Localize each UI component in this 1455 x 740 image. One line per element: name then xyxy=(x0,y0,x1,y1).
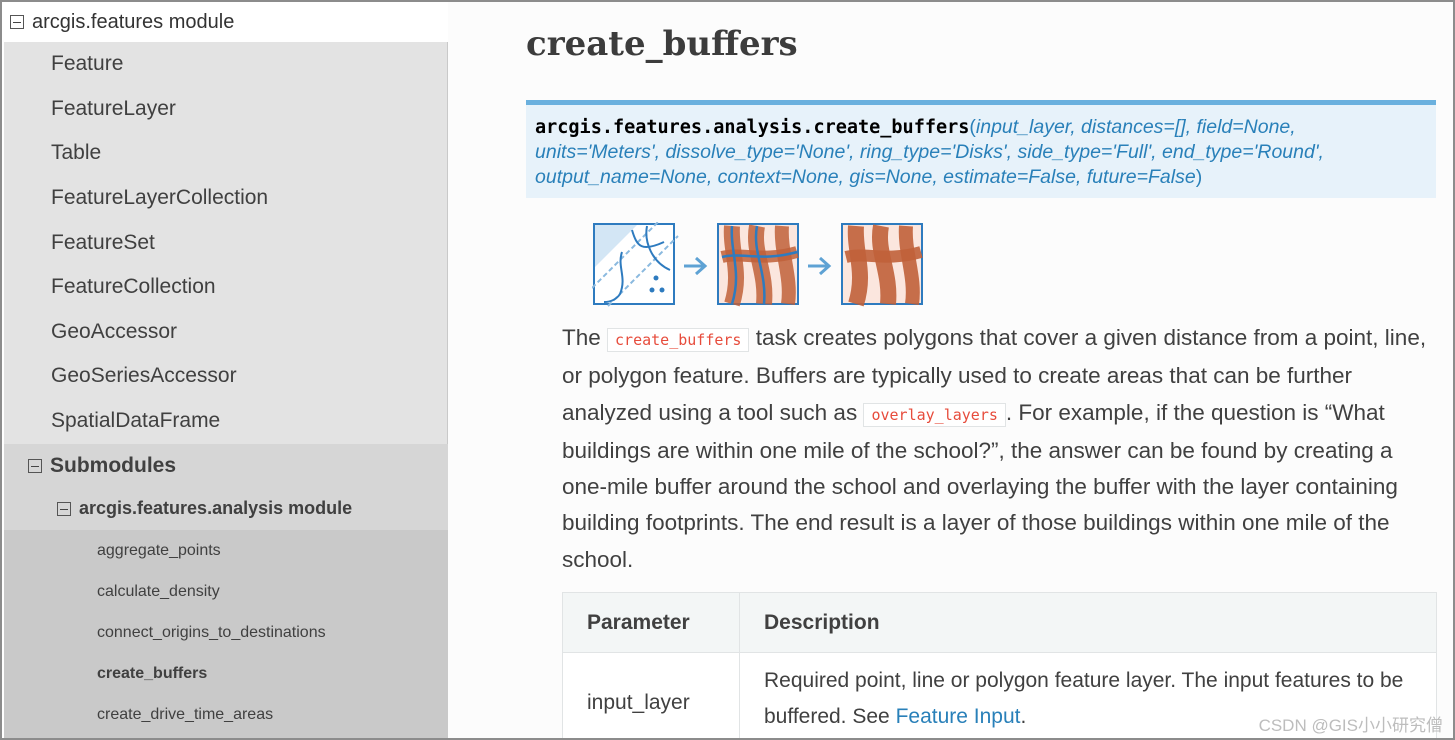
sidebar-item-featurelayercollection[interactable]: FeatureLayerCollection xyxy=(4,176,447,221)
signature-name: arcgis.features.analysis.create_buffers xyxy=(535,117,970,138)
submodules-toggle[interactable]: Submodules xyxy=(4,444,448,487)
input-features-icon xyxy=(592,222,679,307)
analysis-module-toggle[interactable]: arcgis.features.analysis module xyxy=(4,487,448,530)
collapse-toggle-icon[interactable] xyxy=(28,458,42,473)
sidebar-item-connect-origins[interactable]: connect_origins_to_destinations xyxy=(4,612,448,653)
arrow-right-icon xyxy=(808,256,832,276)
signature-args-line3: output_name=None, context=None, gis=None… xyxy=(535,166,1196,188)
sidebar-item-featureset[interactable]: FeatureSet xyxy=(4,220,447,265)
param-description-end: . xyxy=(1020,705,1027,728)
description-text: The xyxy=(562,325,608,350)
class-list: Feature FeatureLayer Table FeatureLayerC… xyxy=(4,42,448,444)
submodules-label: Submodules xyxy=(50,453,177,477)
function-list: aggregate_points calculate_density conne… xyxy=(4,530,448,738)
sidebar-item-calculate-density[interactable]: calculate_density xyxy=(4,571,448,612)
inline-code-overlay-layers: overlay_layers xyxy=(863,402,1006,427)
column-header-parameter: Parameter xyxy=(563,593,740,652)
analysis-module-label: arcgis.features.analysis module xyxy=(79,498,353,518)
signature-close-paren: ) xyxy=(1195,166,1203,188)
main-content: create_buffers arcgis.features.analysis.… xyxy=(448,2,1453,738)
sidebar-item-table[interactable]: Table xyxy=(4,131,447,176)
page-title: create_buffers xyxy=(526,24,798,64)
sidebar-module-header[interactable]: arcgis.features module xyxy=(2,2,448,42)
sidebar-item-geoaccessor[interactable]: GeoAccessor xyxy=(4,310,447,355)
description-paragraph: The create_buffers task creates polygons… xyxy=(562,320,1442,578)
watermark: CSDN @GIS小小研究僧 xyxy=(1258,716,1443,735)
signature-args-line2: units='Meters', dissolve_type='None', ri… xyxy=(535,141,1324,163)
feature-input-link[interactable]: Feature Input xyxy=(896,705,1021,728)
signature-args-line1: input_layer, distances=[], field=None, xyxy=(975,116,1296,138)
collapse-toggle-icon[interactable] xyxy=(57,501,71,516)
function-signature: arcgis.features.analysis.create_buffers(… xyxy=(526,100,1436,198)
sidebar-item-aggregate-points[interactable]: aggregate_points xyxy=(4,530,448,571)
table-header-row: Parameter Description xyxy=(563,593,1436,653)
collapse-toggle-icon[interactable] xyxy=(10,15,24,29)
output-buffers-icon xyxy=(841,223,923,307)
module-title: arcgis.features module xyxy=(32,10,235,33)
sidebar-item-create-drive-time-areas[interactable]: create_drive_time_areas xyxy=(4,695,448,736)
inline-code-create-buffers: create_buffers xyxy=(607,328,750,352)
sidebar-item-geoseriesaccessor[interactable]: GeoSeriesAccessor xyxy=(4,354,447,399)
sidebar-item-featurecollection[interactable]: FeatureCollection xyxy=(4,265,447,310)
sidebar-item-create-buffers[interactable]: create_buffers xyxy=(4,654,448,695)
column-header-description: Description xyxy=(764,610,880,634)
param-name: input_layer xyxy=(563,653,740,738)
buffered-lines-icon xyxy=(717,223,799,307)
sidebar-item-featurelayer[interactable]: FeatureLayer xyxy=(4,87,447,132)
arrow-right-icon xyxy=(684,256,708,276)
sidebar-item-feature[interactable]: Feature xyxy=(4,42,447,87)
buffer-diagram-icon xyxy=(592,222,923,307)
sidebar-item-spatialdataframe[interactable]: SpatialDataFrame xyxy=(4,399,447,444)
sidebar-nav: arcgis.features module Feature FeatureLa… xyxy=(2,2,448,738)
page-frame: arcgis.features module Feature FeatureLa… xyxy=(0,0,1455,740)
submodules-section: Submodules arcgis.features.analysis modu… xyxy=(4,444,448,530)
